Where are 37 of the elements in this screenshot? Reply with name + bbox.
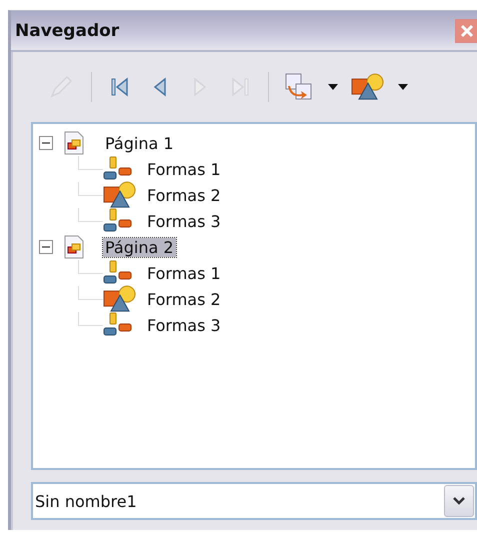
close-icon	[460, 24, 474, 38]
first-icon	[110, 76, 130, 98]
tree-item[interactable]: Formas 3	[145, 316, 223, 334]
tree-item[interactable]: Formas 2	[145, 290, 223, 308]
tree-item[interactable]: Página 2	[103, 238, 176, 256]
close-button[interactable]	[455, 18, 477, 42]
last-icon	[230, 76, 250, 98]
grouped-shapes-icon	[103, 156, 133, 182]
dropdown-button[interactable]	[444, 485, 474, 517]
shapes-icon	[103, 285, 137, 313]
shapes-icon	[351, 73, 385, 101]
caret-icon	[398, 84, 408, 90]
page-icon	[63, 235, 85, 259]
grouped-shapes-icon	[103, 312, 133, 338]
page-icon	[63, 131, 85, 155]
tree-item[interactable]: Formas 2	[145, 186, 223, 204]
collapse-toggle[interactable]	[39, 240, 53, 254]
collapse-toggle[interactable]	[39, 136, 53, 150]
grouped-shapes-icon	[103, 208, 133, 234]
grouped-shapes-icon	[103, 260, 133, 286]
document-dropdown[interactable]: Sin nombre1	[31, 482, 477, 520]
tree-branch-line	[78, 312, 103, 326]
tree-item[interactable]: Formas 1	[145, 160, 223, 178]
tree-branch-line	[78, 156, 103, 170]
tree-branch-line	[78, 208, 103, 222]
tree-item[interactable]: Formas 1	[145, 264, 223, 282]
window-title: Navegador	[15, 20, 120, 40]
chevron-down-icon	[453, 497, 465, 505]
tree-item[interactable]: Página 1	[103, 134, 176, 152]
caret-icon	[328, 84, 338, 90]
next-icon	[193, 76, 207, 98]
drag-mode-icon	[284, 72, 314, 102]
previous-icon	[153, 76, 167, 98]
tree-item[interactable]: Formas 3	[145, 212, 223, 230]
shapes-icon	[103, 181, 137, 209]
dropdown-value: Sin nombre1	[34, 492, 137, 510]
tree-branch-line	[78, 260, 103, 274]
